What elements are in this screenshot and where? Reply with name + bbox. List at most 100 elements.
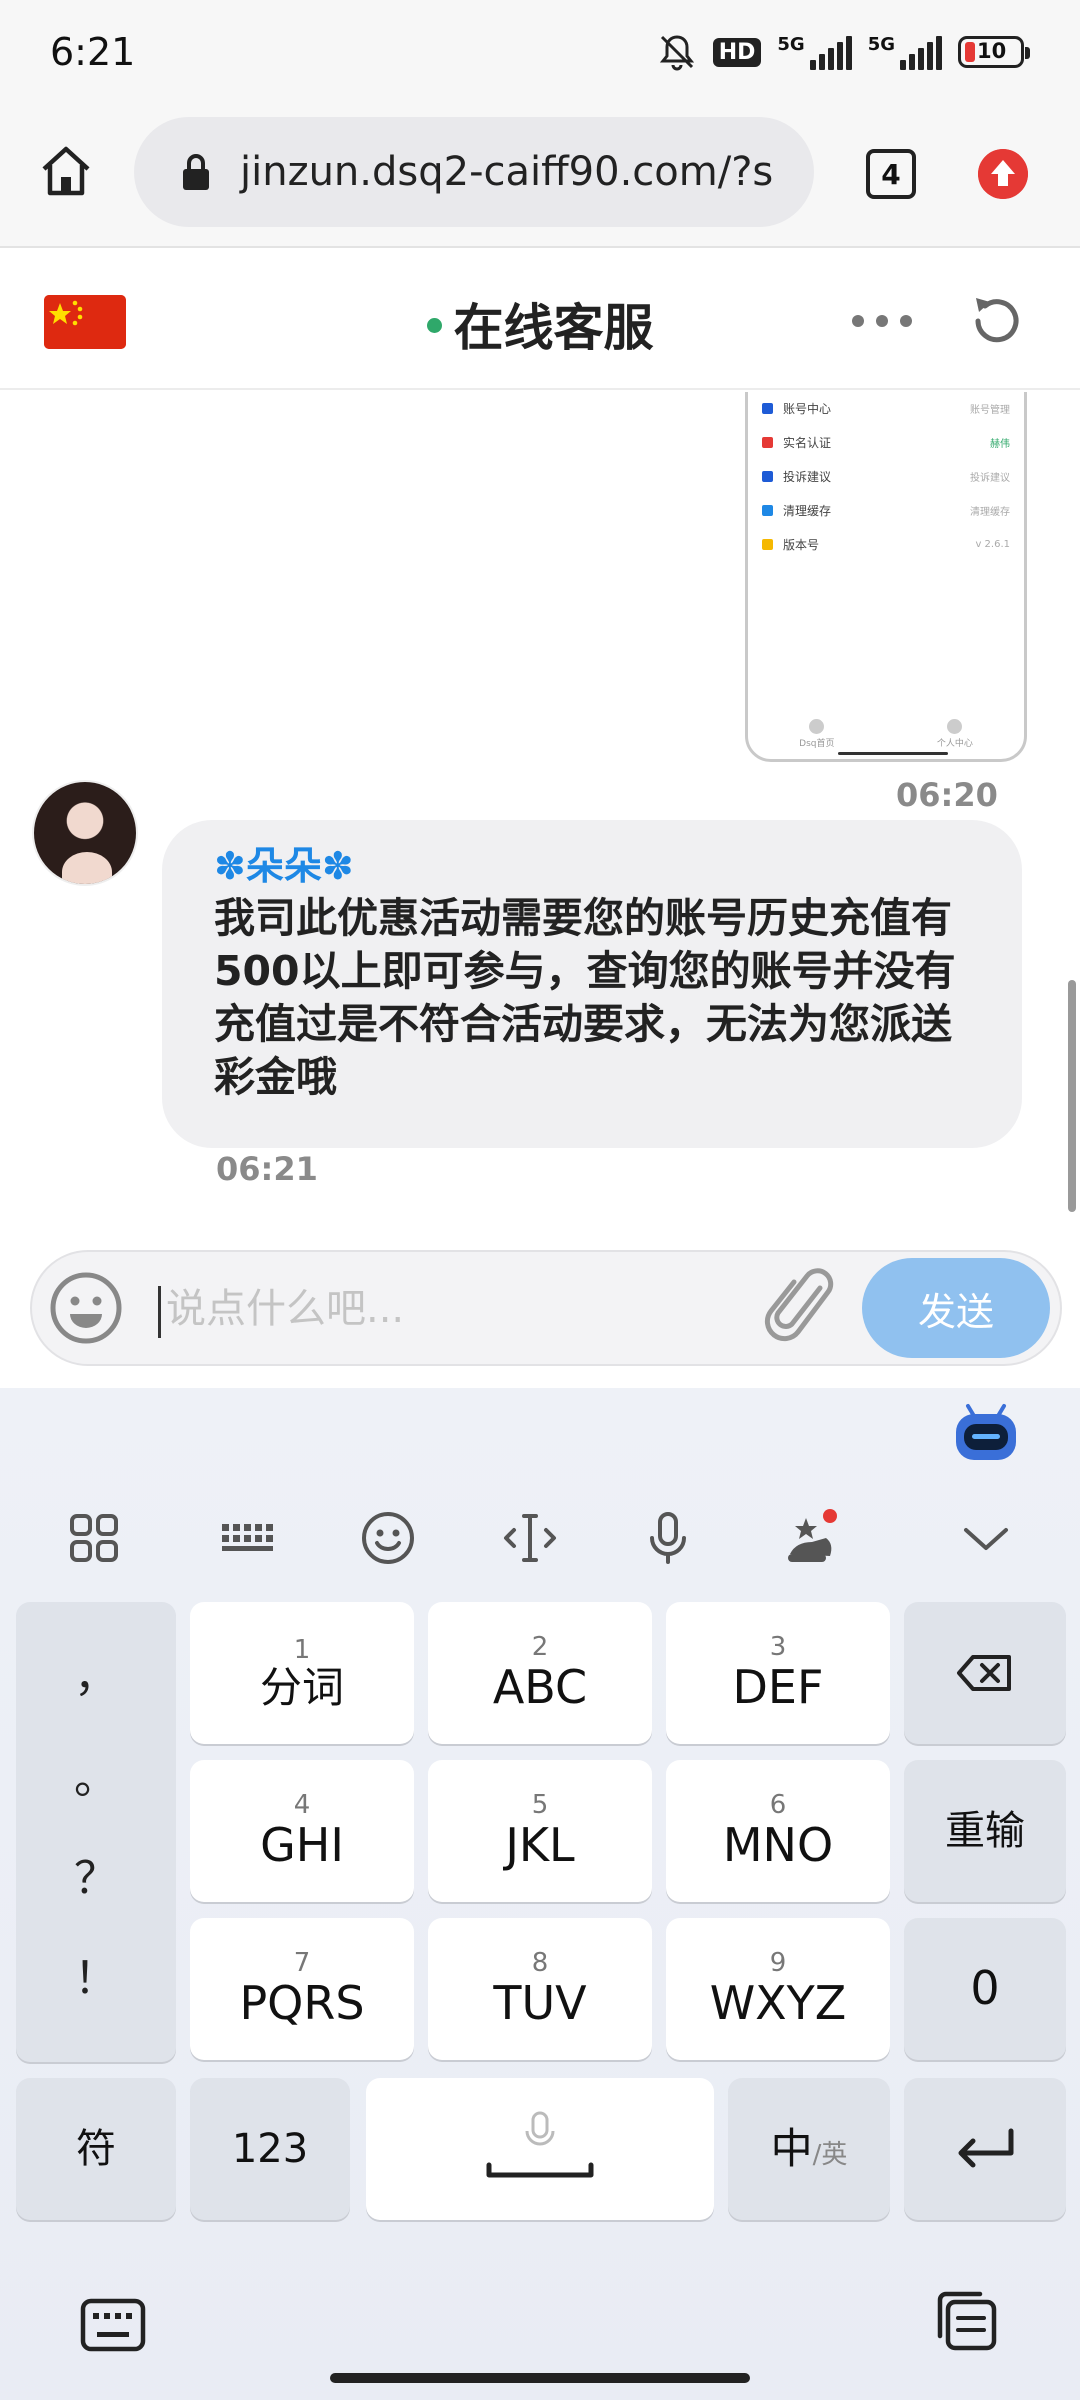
screenshot-row-icon xyxy=(762,470,773,482)
refresh-icon[interactable] xyxy=(966,290,1028,352)
send-button[interactable]: 发送 xyxy=(862,1258,1050,1358)
punct-period[interactable]: 。 xyxy=(16,1742,176,1806)
key-2[interactable]: 2 ABC xyxy=(428,1602,652,1744)
punct-question[interactable]: ？ xyxy=(16,1842,176,1906)
key-7-label: PQRS xyxy=(239,1976,365,2031)
reinput-key[interactable]: 重输 xyxy=(904,1760,1066,1902)
key-7[interactable]: 7 PQRS xyxy=(190,1918,414,2060)
signal-1-icon: 5G xyxy=(777,34,852,70)
lang-main-label: 中 xyxy=(770,2123,813,2173)
message-composer: 发送 xyxy=(0,1242,1080,1388)
agent-avatar[interactable] xyxy=(32,780,138,886)
reinput-label: 重输 xyxy=(945,1808,1025,1854)
numeric-key[interactable]: 123 xyxy=(190,2078,350,2220)
screenshot-nav-home: Dsq首页 xyxy=(799,739,835,749)
signal-2-icon: 5G xyxy=(868,34,942,70)
key-0-label: 0 xyxy=(970,1961,1000,2016)
key-0[interactable]: 0 xyxy=(904,1918,1066,2060)
screenshot-row-label: 清理缓存 xyxy=(783,503,832,518)
key-6[interactable]: 6 MNO xyxy=(666,1760,890,1902)
key-4[interactable]: 4 GHI xyxy=(190,1760,414,1902)
punct-exclaim[interactable]: ！ xyxy=(16,1942,176,2006)
skin-theme-icon[interactable] xyxy=(780,1508,840,1568)
ai-assistant-icon[interactable] xyxy=(952,1402,1020,1464)
screenshot-nav: Dsq首页 个人中心 xyxy=(748,719,1024,749)
update-icon[interactable] xyxy=(978,149,1028,199)
incoming-message-bubble[interactable]: ✽朵朵✽ 我司此优惠活动需要您的账号历史充值有500以上即可参与，查询您的账号并… xyxy=(162,820,1022,1148)
key-1-label: 分词 xyxy=(259,1662,344,1712)
key-3-num: 3 xyxy=(769,1632,787,1663)
screenshot-row-label: 实名认证 xyxy=(783,435,832,450)
key-5[interactable]: 5 JKL xyxy=(428,1760,652,1902)
bell-muted-icon xyxy=(659,35,694,71)
screenshot-row-value: v 2.6.1 xyxy=(975,538,1010,550)
punct-comma[interactable]: ， xyxy=(16,1640,176,1704)
battery-icon: 10 xyxy=(958,36,1030,68)
backspace-key[interactable] xyxy=(904,1602,1066,1744)
home-indicator[interactable] xyxy=(330,2373,750,2383)
network-type-2: 5G xyxy=(867,34,895,55)
keyboard-switch-icon[interactable] xyxy=(80,2296,146,2354)
screenshot-row-label: 版本号 xyxy=(783,537,820,552)
space-voice-icon xyxy=(486,2111,594,2178)
key-8[interactable]: 8 TUV xyxy=(428,1918,652,2060)
hd-voice-badge: HD xyxy=(712,37,762,67)
screenshot-row: 清理缓存 清理缓存 xyxy=(748,493,1024,527)
space-key[interactable] xyxy=(366,2078,714,2220)
screenshot-row-value: 清理缓存 xyxy=(970,506,1010,518)
outgoing-message-time: 06:20 xyxy=(896,776,998,814)
clipboard-icon[interactable] xyxy=(934,2288,1000,2354)
key-9-num: 9 xyxy=(769,1948,787,1979)
message-input[interactable] xyxy=(166,1278,766,1340)
tab-switcher-button[interactable]: 4 xyxy=(866,149,916,199)
key-9[interactable]: 9 WXYZ xyxy=(666,1918,890,2060)
ime-keyboard: ， 。 ？ ！ 1 分词 2 ABC 3 DEF 4 GHI 5 JKL 6 MNO 重输 … xyxy=(0,1388,1080,2400)
language-switch-key[interactable]: 中/英 xyxy=(728,2078,890,2220)
cursor-move-icon[interactable] xyxy=(500,1508,560,1568)
collapse-keyboard-icon[interactable] xyxy=(956,1508,1016,1568)
key-1[interactable]: 1 分词 xyxy=(190,1602,414,1744)
emoji-icon[interactable] xyxy=(48,1270,124,1346)
lang-sub-label: /英 xyxy=(812,2139,848,2170)
screenshot-nav-profile: 个人中心 xyxy=(936,739,973,749)
grid-menu-icon[interactable] xyxy=(64,1508,124,1568)
battery-level: 10 xyxy=(977,39,1007,63)
key-9-label: WXYZ xyxy=(709,1976,847,2031)
screenshot-row-value: 赫伟 xyxy=(990,438,1010,450)
emoji-keyboard-icon[interactable] xyxy=(358,1508,418,1568)
key-5-num: 5 xyxy=(531,1790,549,1821)
key-2-label: ABC xyxy=(492,1660,588,1715)
key-4-label: GHI xyxy=(260,1818,344,1873)
enter-icon xyxy=(958,2128,1014,2168)
online-status-dot xyxy=(426,318,442,333)
sent-screenshot-image[interactable]: 账号中心 账号管理 实名认证 赫伟 投诉建议 投诉建议 清理缓存 清理缓存 版本号 v 2.6.1… xyxy=(745,392,1027,762)
incoming-message-text: 我司此优惠活动需要您的账号历史充值有500以上即可参与，查询您的账号并没有充值过… xyxy=(214,893,956,1102)
network-type-1: 5G xyxy=(777,34,805,55)
text-caret xyxy=(158,1286,161,1338)
chat-scrollbar[interactable] xyxy=(1068,980,1076,1212)
enter-key[interactable] xyxy=(904,2078,1066,2220)
url-text[interactable]: jinzun.dsq2-caiff90.com/?s xyxy=(240,149,773,195)
keyboard-toolbar xyxy=(0,1478,1080,1588)
keyboard-layout-icon[interactable] xyxy=(218,1508,278,1568)
screenshot-row-label: 投诉建议 xyxy=(783,469,832,484)
numeric-label: 123 xyxy=(231,2126,309,2172)
composer-pill: 发送 xyxy=(30,1250,1062,1366)
address-bar[interactable]: jinzun.dsq2-caiff90.com/?s xyxy=(134,117,814,227)
more-options-icon[interactable] xyxy=(852,306,922,336)
key-6-num: 6 xyxy=(769,1790,787,1821)
home-icon[interactable] xyxy=(36,141,96,201)
screenshot-row: 实名认证 赫伟 xyxy=(748,425,1024,459)
key-7-num: 7 xyxy=(293,1948,311,1979)
screenshot-row: 版本号 v 2.6.1 xyxy=(748,527,1024,561)
key-8-num: 8 xyxy=(531,1948,549,1979)
key-6-label: MNO xyxy=(722,1818,834,1873)
key-3[interactable]: 3 DEF xyxy=(666,1602,890,1744)
key-1-num: 1 xyxy=(293,1634,311,1665)
chat-messages[interactable]: 账号中心 账号管理 实名认证 赫伟 投诉建议 投诉建议 清理缓存 清理缓存 版本号 v 2.6.1… xyxy=(0,392,1080,1242)
punctuation-column[interactable]: ， 。 ？ ！ xyxy=(16,1602,176,2062)
status-bar: 6:21 HD 5G 5G 10 xyxy=(0,0,1080,105)
symbol-key[interactable]: 符 xyxy=(16,2078,176,2220)
microphone-icon[interactable] xyxy=(638,1508,698,1568)
paperclip-icon[interactable] xyxy=(762,1266,842,1352)
